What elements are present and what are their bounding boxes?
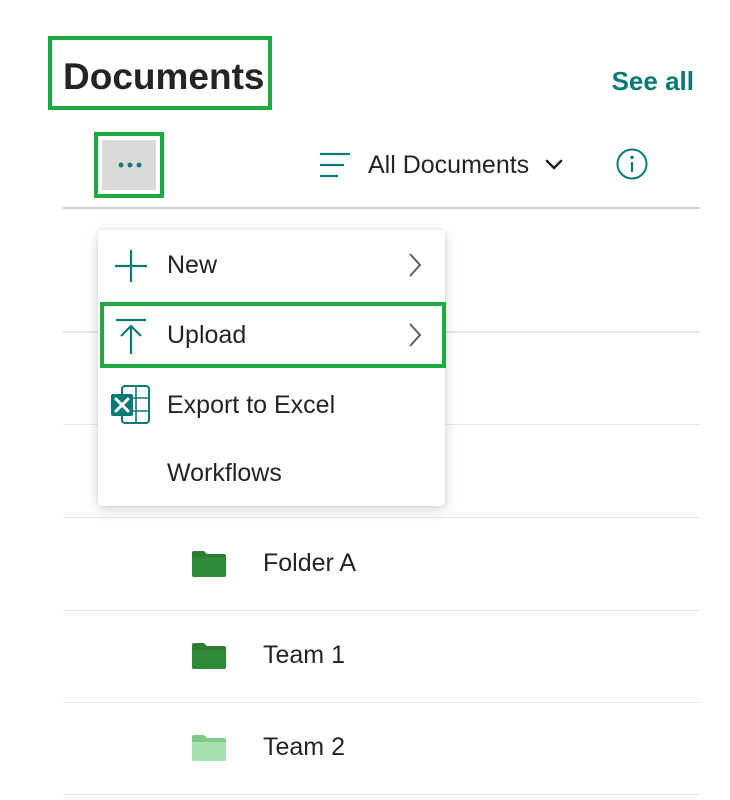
folder-icon <box>192 551 226 577</box>
menu-item-label: New <box>167 251 218 279</box>
folder-icon <box>192 643 226 669</box>
row-divider <box>63 794 700 795</box>
chevron-right-icon <box>409 253 422 277</box>
more-horizontal-icon <box>118 162 142 168</box>
menu-item-workflows[interactable]: Workflows <box>98 438 445 508</box>
see-all-link[interactable]: See all <box>612 64 694 98</box>
list-item-label: Team 2 <box>263 733 345 761</box>
menu-item-new[interactable]: New <box>98 230 445 300</box>
info-icon[interactable] <box>615 147 649 181</box>
menu-item-export-to-excel[interactable]: Export to Excel <box>98 370 445 440</box>
list-item-folder-a[interactable]: Folder A <box>63 519 700 611</box>
more-actions-menu: New Upload Export to Excel Workflows <box>98 230 445 506</box>
chevron-right-icon <box>409 323 422 347</box>
list-item-label: Team 1 <box>263 641 345 669</box>
menu-item-label: Workflows <box>167 459 282 487</box>
plus-icon <box>115 250 147 282</box>
chevron-down-icon <box>545 159 563 170</box>
filter-lines-icon <box>320 152 350 178</box>
row-divider <box>63 517 700 518</box>
view-switcher-label: All Documents <box>368 150 530 179</box>
menu-item-label: Upload <box>167 321 247 349</box>
menu-item-upload[interactable]: Upload <box>98 300 445 370</box>
upload-icon <box>116 318 146 354</box>
list-item-team-2[interactable]: Team 2 <box>63 703 700 795</box>
list-item-team-1[interactable]: Team 1 <box>63 611 700 703</box>
view-switcher[interactable]: All Documents <box>318 146 563 184</box>
menu-item-label: Export to Excel <box>167 391 336 419</box>
excel-icon <box>111 385 150 424</box>
list-item-label: Folder A <box>263 549 357 577</box>
toolbar-divider <box>63 207 700 209</box>
page-title: Documents <box>63 56 265 97</box>
folder-icon <box>192 735 226 761</box>
more-actions-button[interactable] <box>94 132 164 198</box>
